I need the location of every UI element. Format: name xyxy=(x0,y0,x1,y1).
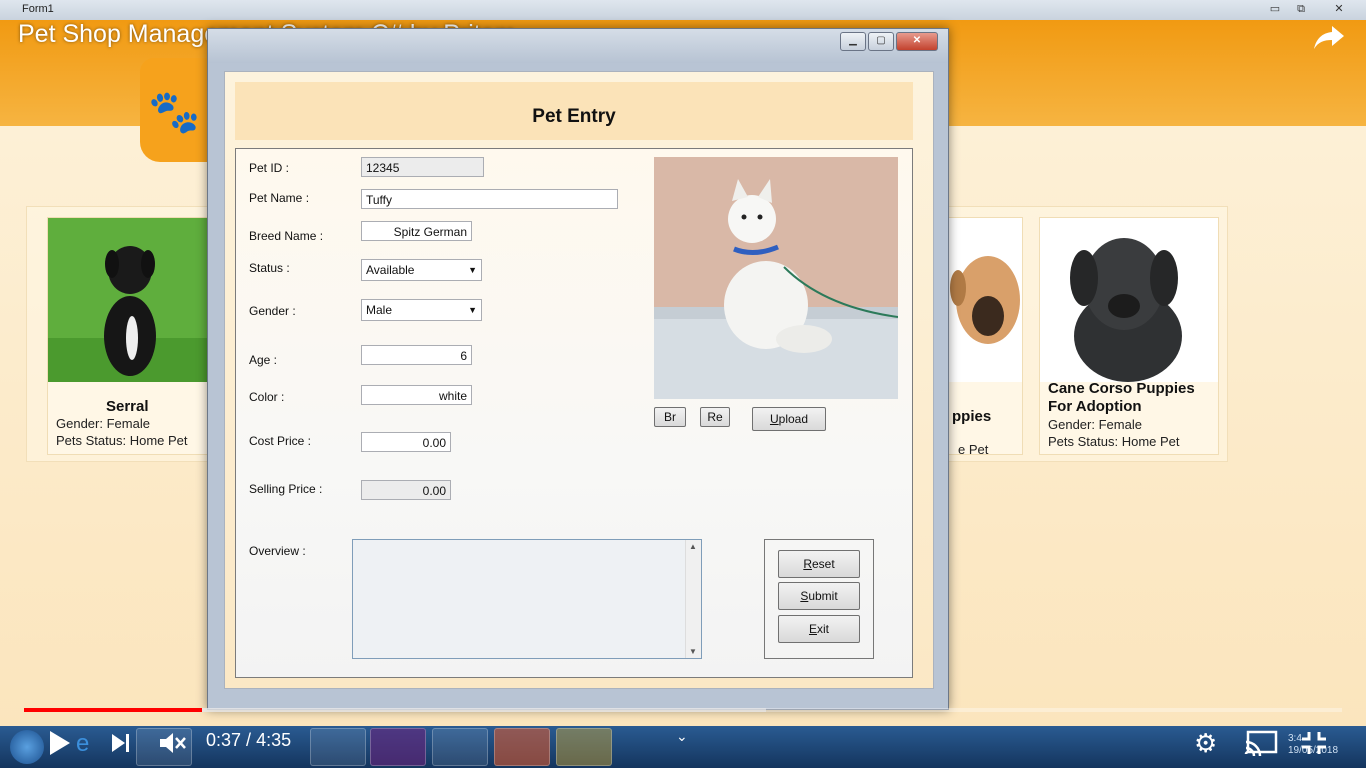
pet-id-field[interactable]: 12345 xyxy=(361,157,484,177)
dialog-close-button[interactable]: ✕ xyxy=(896,32,938,51)
mute-icon[interactable] xyxy=(158,730,188,756)
video-total-time: 4:35 xyxy=(256,730,292,750)
exit-accelerator: E xyxy=(808,622,817,636)
play-icon[interactable] xyxy=(48,730,72,756)
selling-price-label: Selling Price : xyxy=(249,482,323,496)
pet-card[interactable]: Serral Gender: Female Pets Status: Home … xyxy=(47,217,209,455)
pet-details-group: Pet ID : 12345 Pet Name : Tuffy Breed Na… xyxy=(235,148,913,678)
scroll-down-icon[interactable]: ▼ xyxy=(689,647,697,656)
upload-label: pload xyxy=(778,412,809,426)
pet-card-gender: Gender: Female xyxy=(1048,417,1142,432)
reset-label: eset xyxy=(811,557,835,571)
pet-id-label: Pet ID : xyxy=(249,161,290,175)
pet-card[interactable]: ppies e Pet xyxy=(947,217,1023,457)
pet-photo xyxy=(654,157,898,399)
bg-close-button[interactable]: ✕ xyxy=(1328,2,1350,16)
chevron-down-icon[interactable]: ⌄ xyxy=(676,728,688,745)
reset-button[interactable]: Reset xyxy=(778,550,860,578)
pet-card-status: Pets Status: Home Pet xyxy=(1048,434,1180,449)
paw-icon: 🐾 xyxy=(148,88,201,135)
bg-restore-button[interactable]: ⧉ xyxy=(1290,2,1312,16)
upload-button[interactable]: Upload xyxy=(752,407,826,431)
pet-card-status: Pets Status: Home Pet xyxy=(56,433,188,448)
taskbar-app-form[interactable] xyxy=(556,728,612,766)
scroll-up-icon[interactable]: ▲ xyxy=(689,542,697,551)
dialog-maximize-button[interactable]: ▢ xyxy=(868,32,894,51)
breed-name-label: Breed Name : xyxy=(249,229,324,243)
status-label: Status : xyxy=(249,261,290,275)
submit-button[interactable]: Submit xyxy=(778,582,860,610)
video-played-bar xyxy=(24,708,202,712)
pet-card-name: Serral xyxy=(106,398,149,415)
form-area: Pet Entry Pet ID : 12345 Pet Name : Tuff… xyxy=(224,71,934,689)
upload-accelerator: U xyxy=(769,412,779,426)
pet-card-name: Cane Corso Puppies For Adoption xyxy=(1048,380,1195,415)
pet-card-gender: Gender: Female xyxy=(56,416,150,431)
pet-name-label: Pet Name : xyxy=(249,191,310,205)
dialog-titlebar[interactable]: ▁ ▢ ✕ xyxy=(208,29,948,63)
video-current-time: 0:37 xyxy=(206,730,242,750)
background-window-titlebar: Form1 ▭ ⧉ ✕ xyxy=(0,0,1366,20)
status-select-value: Available xyxy=(366,263,415,277)
action-buttons-group: Reset Submit Exit xyxy=(764,539,874,659)
dropdown-arrow-icon: ▼ xyxy=(468,305,477,315)
exit-fullscreen-icon[interactable] xyxy=(1300,730,1328,756)
pet-card-name: ppies xyxy=(952,408,992,425)
breed-name-field[interactable]: Spitz German xyxy=(361,221,472,241)
cost-price-label: Cost Price : xyxy=(249,434,312,448)
taskbar-app-android-studio[interactable] xyxy=(310,728,366,766)
puppy-photo xyxy=(48,218,208,382)
taskbar-app-camtasia[interactable] xyxy=(494,728,550,766)
taskbar-app-tool[interactable] xyxy=(432,728,488,766)
browser-icon[interactable]: e xyxy=(76,730,89,758)
dropdown-arrow-icon: ▼ xyxy=(468,265,477,275)
overview-label: Overview : xyxy=(249,544,306,558)
pet-card[interactable]: Cane Corso Puppies For Adoption Gender: … xyxy=(1039,217,1219,455)
form-title: Pet Entry xyxy=(532,106,616,127)
taskbar-app-visual-studio[interactable] xyxy=(370,728,426,766)
color-label: Color : xyxy=(249,390,285,404)
settings-gear-icon[interactable]: ⚙ xyxy=(1194,728,1217,759)
submit-label: ubmit xyxy=(808,589,838,603)
gender-select[interactable]: Male ▼ xyxy=(361,299,482,321)
overview-textarea[interactable]: ▲ ▼ xyxy=(352,539,702,659)
dialog-minimize-button[interactable]: ▁ xyxy=(840,32,866,51)
video-time-separator: / xyxy=(241,730,257,750)
gender-label: Gender : xyxy=(249,304,296,318)
share-icon[interactable] xyxy=(1312,22,1346,52)
color-field[interactable]: white xyxy=(361,385,472,405)
start-orb-icon[interactable] xyxy=(10,730,44,764)
form-header: Pet Entry xyxy=(235,82,913,140)
cost-price-field[interactable]: 0.00 xyxy=(361,432,451,452)
pet-entry-window: ▁ ▢ ✕ Pet Entry Pet ID : 12345 Pet Name … xyxy=(207,28,949,710)
reset-accelerator: R xyxy=(803,557,812,571)
gender-select-value: Male xyxy=(366,303,393,317)
overview-scrollbar[interactable]: ▲ ▼ xyxy=(685,540,701,658)
cast-icon[interactable] xyxy=(1244,730,1278,756)
next-icon[interactable] xyxy=(110,732,132,754)
video-time-readout: 0:37 / 4:35 xyxy=(206,730,291,751)
puppy-photo xyxy=(948,218,1022,382)
pet-name-field[interactable]: Tuffy xyxy=(361,189,618,209)
status-select[interactable]: Available ▼ xyxy=(361,259,482,281)
browse-button[interactable]: Br xyxy=(654,407,686,427)
pet-card-status: e Pet xyxy=(958,442,989,457)
selling-price-field[interactable]: 0.00 xyxy=(361,480,451,500)
exit-button[interactable]: Exit xyxy=(778,615,860,643)
exit-label: xit xyxy=(817,622,829,636)
age-label: Age : xyxy=(249,353,278,367)
age-field[interactable]: 6 xyxy=(361,345,472,365)
bg-minimize-button[interactable]: ▭ xyxy=(1264,2,1286,16)
background-window-title: Form1 xyxy=(22,3,54,15)
puppy-photo xyxy=(1040,218,1218,382)
remove-image-button[interactable]: Re xyxy=(700,407,730,427)
